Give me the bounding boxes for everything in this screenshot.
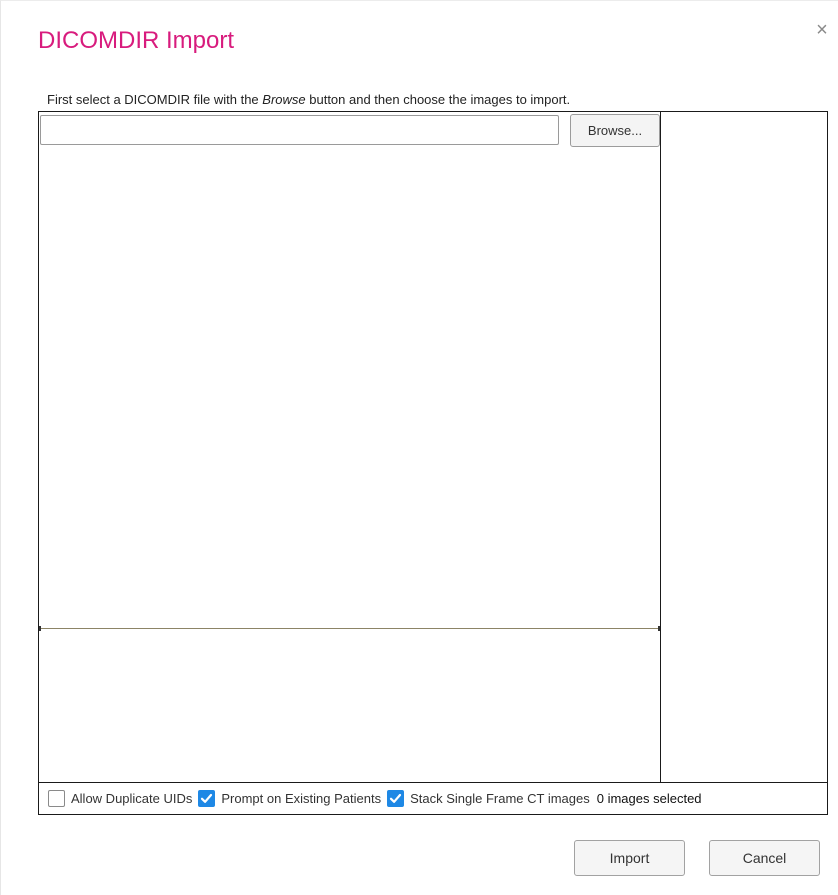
preview-pane xyxy=(661,112,827,782)
pane-splitter[interactable] xyxy=(39,628,660,629)
instructions-emphasis: Browse xyxy=(262,92,306,107)
browse-button[interactable]: Browse... xyxy=(570,114,660,147)
dicomdir-tree-view[interactable] xyxy=(39,150,660,628)
import-button[interactable]: Import xyxy=(574,840,685,876)
prompt-existing-patients-checkbox[interactable]: Prompt on Existing Patients xyxy=(198,790,381,807)
stack-single-frame-ct-checkbox[interactable]: Stack Single Frame CT images xyxy=(387,790,590,807)
dialog-title: DICOMDIR Import xyxy=(38,27,235,54)
details-pane xyxy=(39,630,660,781)
left-pane: Browse... xyxy=(39,112,661,782)
allow-duplicate-uids-label: Allow Duplicate UIDs xyxy=(71,791,193,806)
dicomdir-import-dialog: DICOMDIR Import × First select a DICOMDI… xyxy=(0,0,838,895)
close-icon[interactable]: × xyxy=(811,19,833,41)
import-frame: Browse... Allow Duplicate UIDs Prompt on… xyxy=(38,111,828,815)
instructions-text: First select a DICOMDIR file with the Br… xyxy=(47,92,570,107)
instructions-before: First select a DICOMDIR file with the xyxy=(47,92,263,107)
cancel-button[interactable]: Cancel xyxy=(709,840,820,876)
prompt-existing-patients-label: Prompt on Existing Patients xyxy=(221,791,382,806)
check-icon[interactable] xyxy=(198,790,216,807)
check-icon[interactable] xyxy=(387,790,405,807)
allow-duplicate-uids-checkbox[interactable]: Allow Duplicate UIDs xyxy=(48,790,192,807)
options-bar: Allow Duplicate UIDs Prompt on Existing … xyxy=(39,782,827,814)
selection-count: 0 images selected xyxy=(596,791,702,806)
dicomdir-path-input[interactable] xyxy=(40,115,559,145)
stack-single-frame-ct-label: Stack Single Frame CT images xyxy=(410,791,590,806)
instructions-after: button and then choose the images to imp… xyxy=(305,92,571,107)
checkbox-unchecked[interactable] xyxy=(48,790,65,807)
